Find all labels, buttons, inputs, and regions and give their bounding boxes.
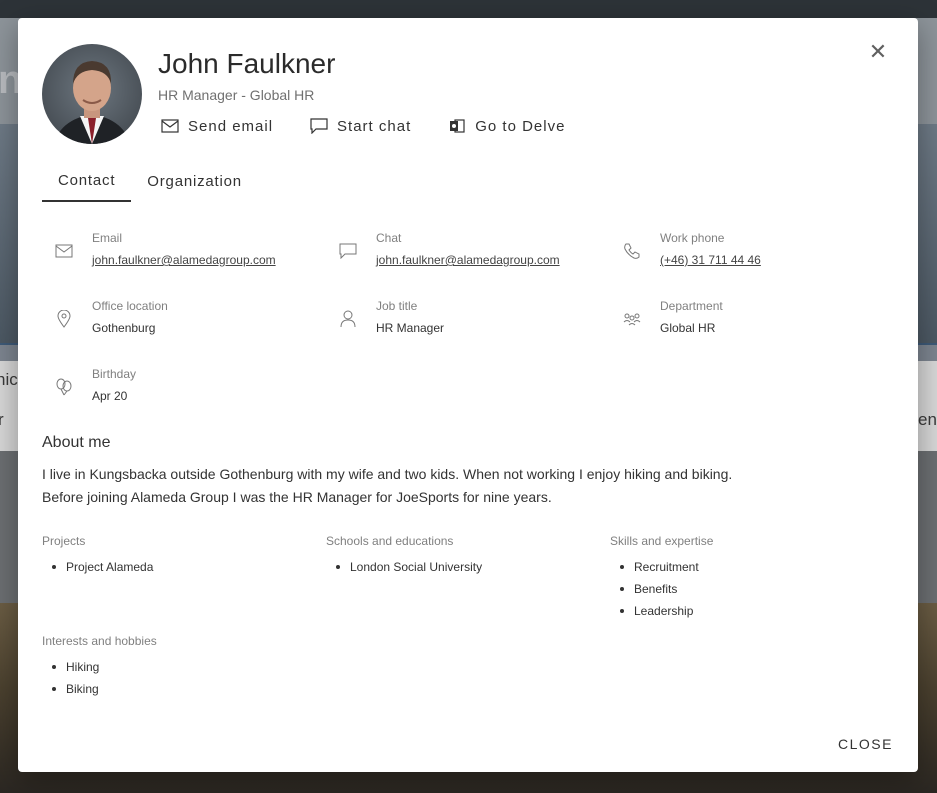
- job-title-label: Job title: [376, 299, 418, 313]
- work-phone-label: Work phone: [660, 231, 725, 245]
- person-icon: [336, 307, 360, 331]
- department-value: Global HR: [660, 321, 716, 335]
- department-field: Department Global HR: [620, 299, 880, 339]
- profile-subtitle: HR Manager - Global HR: [158, 87, 315, 103]
- start-chat-label: Start chat: [337, 117, 412, 135]
- job-title-value: HR Manager: [376, 321, 445, 335]
- office-location-value: Gothenburg: [92, 321, 156, 335]
- office-location-label: Office location: [92, 299, 168, 313]
- avatar-portrait: [54, 61, 130, 144]
- phone-icon: [620, 239, 644, 263]
- list-item: Biking: [42, 682, 302, 704]
- people-group-icon: [620, 307, 644, 331]
- backdrop-text-fragment: en: [918, 410, 937, 429]
- chat-link[interactable]: john.faulkner@alamedagroup.com: [376, 253, 560, 267]
- profile-name: John Faulkner: [158, 48, 336, 79]
- email-field: Email john.faulkner@alamedagroup.com: [52, 231, 312, 271]
- schools-heading: Schools and educations: [326, 534, 454, 548]
- go-to-delve-label: Go to Delve: [475, 117, 566, 135]
- about-line: I live in Kungsbacka outside Gothenburg …: [42, 466, 733, 482]
- birthday-label: Birthday: [92, 367, 137, 381]
- birthday-value: Apr 20: [92, 389, 128, 403]
- avatar: [42, 44, 142, 144]
- interests-list: Hiking Biking: [42, 660, 302, 704]
- delve-icon: [447, 116, 467, 136]
- send-email-button[interactable]: Send email: [160, 116, 273, 136]
- backdrop-top-bar: [0, 0, 937, 18]
- email-link[interactable]: john.faulkner@alamedagroup.com: [92, 253, 276, 267]
- projects-heading: Projects: [42, 534, 86, 548]
- chat-field: Chat john.faulkner@alamedagroup.com: [336, 231, 596, 271]
- list-item: Project Alameda: [42, 560, 302, 582]
- projects-section: Projects Project Alameda: [42, 534, 302, 582]
- birthday-field: Birthday Apr 20: [52, 367, 312, 407]
- chat-icon: [336, 239, 360, 263]
- close-button[interactable]: CLOSE: [838, 736, 893, 754]
- mail-icon: [160, 116, 180, 136]
- tab-contact[interactable]: Contact: [42, 160, 132, 202]
- close-icon[interactable]: ✕: [866, 39, 890, 64]
- tab-organization[interactable]: Organization: [131, 160, 258, 202]
- work-phone-link[interactable]: (+46) 31 711 44 46: [660, 253, 761, 267]
- list-item: Hiking: [42, 660, 302, 682]
- backdrop-text-fragment: nic: [0, 370, 18, 389]
- list-item: Benefits: [610, 582, 870, 604]
- list-item: Leadership: [610, 604, 870, 626]
- schools-list: London Social University: [326, 560, 586, 582]
- about-line: Before joining Alameda Group I was the H…: [42, 489, 552, 505]
- projects-list: Project Alameda: [42, 560, 302, 582]
- chat-icon: [309, 116, 329, 136]
- go-to-delve-button[interactable]: Go to Delve: [447, 116, 565, 136]
- mail-icon: [52, 239, 76, 263]
- balloons-icon: [52, 375, 76, 399]
- send-email-label: Send email: [188, 117, 274, 135]
- skills-list: Recruitment Benefits Leadership: [610, 560, 870, 626]
- office-location-field: Office location Gothenburg: [52, 299, 312, 339]
- profile-dialog: ✕ John Faulkner HR Manager - Global HR S…: [18, 18, 918, 772]
- email-label: Email: [92, 231, 123, 245]
- backdrop-text-fragment: r: [0, 410, 4, 429]
- work-phone-field: Work phone (+46) 31 711 44 46: [620, 231, 880, 271]
- interests-section: Interests and hobbies Hiking Biking: [42, 634, 302, 704]
- location-pin-icon: [52, 307, 76, 331]
- start-chat-button[interactable]: Start chat: [309, 116, 411, 136]
- about-text: I live in Kungsbacka outside Gothenburg …: [42, 463, 802, 509]
- about-heading: About me: [42, 434, 111, 451]
- job-title-field: Job title HR Manager: [336, 299, 596, 339]
- department-label: Department: [660, 299, 723, 313]
- profile-tabs: Contact Organization: [42, 160, 258, 202]
- chat-label: Chat: [376, 231, 402, 245]
- list-item: Recruitment: [610, 560, 870, 582]
- interests-heading: Interests and hobbies: [42, 634, 157, 648]
- schools-section: Schools and educations London Social Uni…: [326, 534, 586, 582]
- skills-heading: Skills and expertise: [610, 534, 714, 548]
- list-item: London Social University: [326, 560, 586, 582]
- profile-actions: Send email Start chat Go to Delve: [160, 115, 601, 137]
- skills-section: Skills and expertise Recruitment Benefit…: [610, 534, 870, 626]
